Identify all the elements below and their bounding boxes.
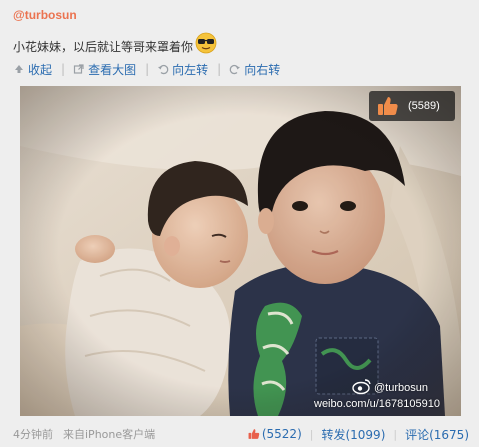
rotate-left-button[interactable]: 向左转	[157, 61, 208, 78]
toolbar-divider: |	[61, 62, 66, 76]
rotate-right-button[interactable]: 向右转	[229, 61, 280, 78]
repost-button[interactable]: 转发(1099)	[321, 426, 385, 443]
like-count: (5522)	[261, 427, 302, 441]
image-toolbar: 收起 | 查看大图 | 向左转 | 向右转	[13, 60, 280, 78]
weibo-logo-icon	[352, 379, 371, 395]
thumbs-up-icon	[248, 429, 260, 439]
footer-divider: |	[393, 427, 398, 441]
external-view-icon	[73, 64, 84, 74]
post-footer: 4分钟前 来自iPhone客户端 (5522) | 转发(1099) | 评论(…	[13, 426, 469, 442]
collapse-button[interactable]: 收起	[13, 61, 52, 78]
collapse-arrow-icon	[15, 65, 23, 73]
photo-image	[20, 86, 461, 416]
toolbar-divider: |	[145, 62, 150, 76]
toolbar-divider: |	[217, 62, 222, 76]
post-text-content: 小花妹妹，以后就让等哥来罩着你	[13, 40, 194, 54]
footer-divider: |	[309, 427, 314, 441]
rotate-right-label: 向右转	[244, 62, 281, 77]
photo-like-count: (5589)	[408, 100, 440, 112]
photo-watermark-user: @turbosun	[374, 382, 428, 394]
post-timestamp: 4分钟前	[13, 428, 53, 441]
thumbs-up-icon	[378, 97, 398, 115]
photo-like-button[interactable]: (5589)	[369, 91, 455, 121]
comment-button[interactable]: 评论(1675)	[405, 426, 469, 443]
footer-actions: (5522) | 转发(1099) | 评论(1675)	[248, 426, 469, 443]
post-photo[interactable]: (5589)	[20, 86, 461, 416]
rotate-left-label: 向左转	[172, 62, 209, 77]
source-app-link[interactable]: iPhone客户端	[85, 428, 155, 441]
photo-watermark-url: weibo.com/u/1678105910	[314, 398, 440, 410]
post-source: 来自iPhone客户端	[63, 426, 155, 442]
source-prefix: 来自	[63, 428, 85, 441]
collapse-label: 收起	[28, 62, 53, 77]
view-large-button[interactable]: 查看大图	[73, 61, 136, 78]
view-large-label: 查看大图	[88, 62, 137, 77]
sunglasses-emoji-icon	[195, 32, 217, 54]
author-link[interactable]: @turbosun	[13, 8, 77, 22]
post-text: 小花妹妹，以后就让等哥来罩着你	[13, 32, 217, 58]
rotate-left-icon	[158, 64, 169, 75]
rotate-right-icon	[229, 64, 241, 75]
like-button[interactable]: (5522)	[248, 427, 302, 441]
